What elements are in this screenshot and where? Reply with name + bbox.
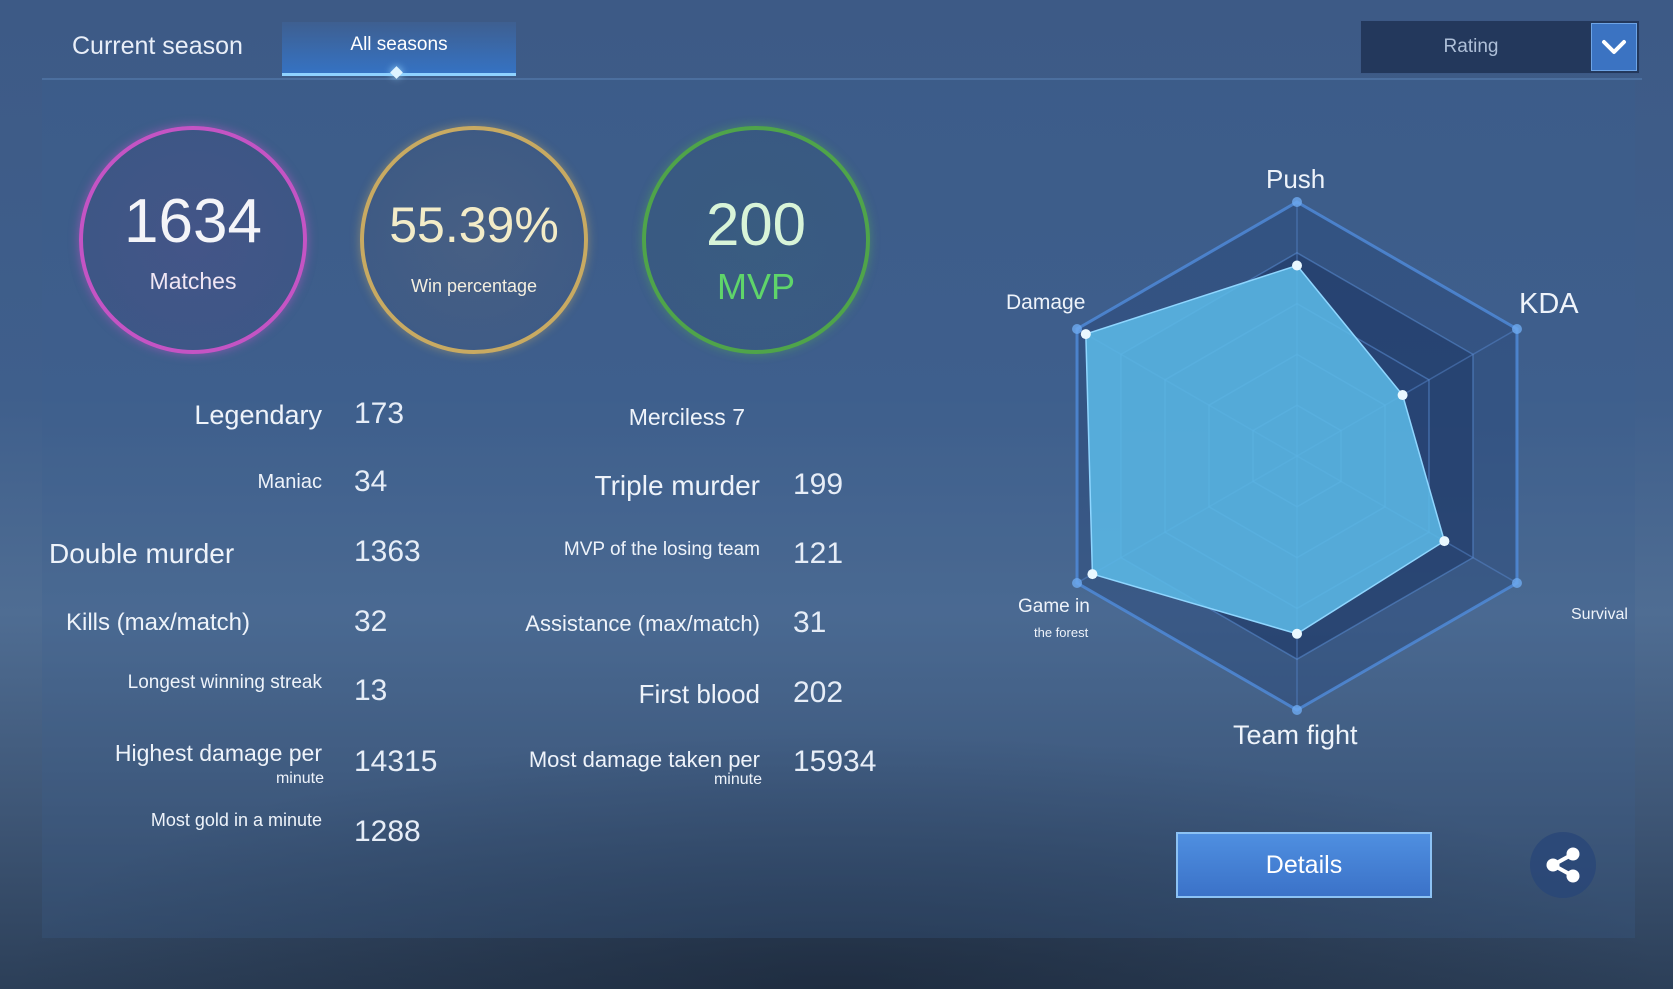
radar-vertex-dot-4	[1292, 705, 1302, 715]
radar-label-damage: Damage	[1006, 291, 1086, 314]
radar-data-point-4	[1292, 628, 1302, 639]
radar-label-kda: KDA	[1519, 288, 1579, 320]
share-icon	[1546, 847, 1580, 883]
radar-label-team-fight: Team fight	[1233, 720, 1358, 750]
radar-data-point-6	[1080, 329, 1091, 340]
radar-data-point-5	[1087, 569, 1098, 580]
radar-data-point-1	[1292, 260, 1302, 271]
radar-vertex-dot-3	[1511, 578, 1522, 588]
radar-label-the-forest: the forest	[1034, 625, 1089, 640]
radar-label-survival: Survival	[1571, 606, 1628, 623]
radar-label-push: Push	[1266, 164, 1326, 194]
radar-data-point-3	[1439, 536, 1450, 547]
radar-vertex-dot-6	[1072, 324, 1083, 334]
details-button[interactable]: Details	[1176, 832, 1432, 898]
radar-label-game-in: Game in	[1018, 596, 1090, 617]
radar-vertex-dot-1	[1292, 197, 1302, 207]
radar-data-point-2	[1397, 390, 1408, 401]
share-button[interactable]	[1530, 832, 1596, 898]
radar-vertex-dot-2	[1511, 324, 1522, 334]
radar-vertex-dot-5	[1072, 578, 1083, 588]
